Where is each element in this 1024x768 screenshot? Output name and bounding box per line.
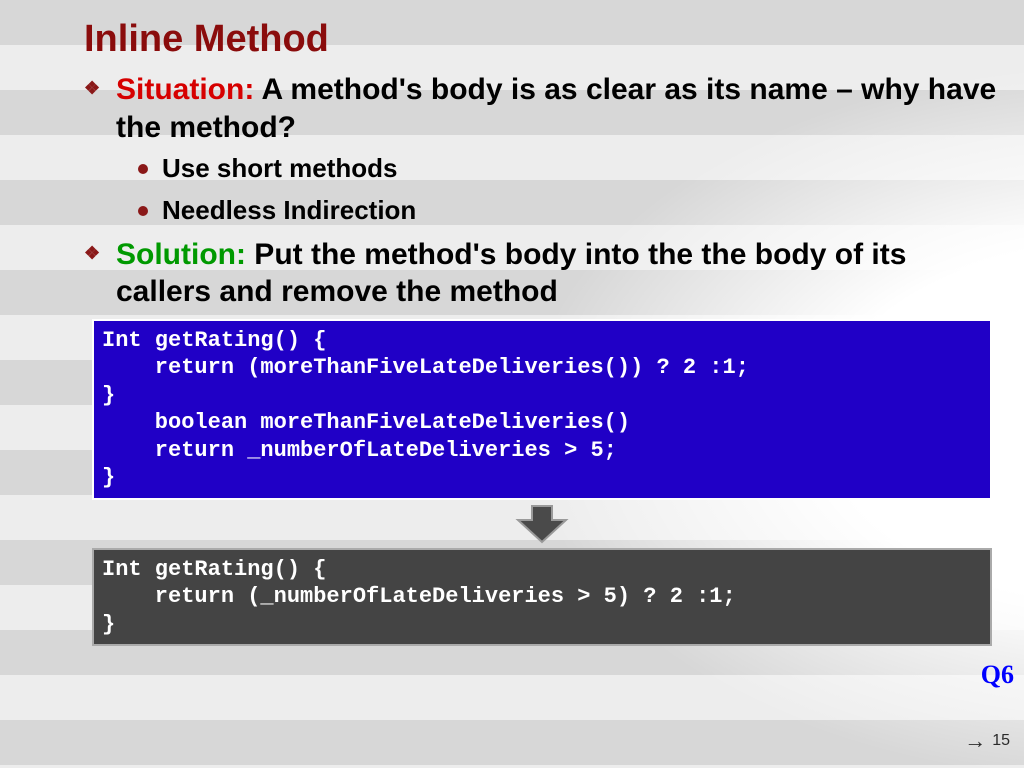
- solution-label: Solution:: [116, 238, 246, 271]
- code-block-before: Int getRating() { return (moreThanFiveLa…: [92, 319, 992, 500]
- sub-bullet-1: Use short methods: [162, 152, 1000, 186]
- slide-title: Inline Method: [84, 18, 1000, 61]
- bullet-solution: Solution: Put the method's body into the…: [116, 236, 1000, 311]
- down-arrow-icon: [512, 504, 572, 544]
- sub-bullet-2: Needless Indirection: [162, 194, 1000, 228]
- transform-arrow: [84, 504, 1000, 544]
- page-footer: → 15: [964, 728, 1010, 754]
- next-arrow-icon: →: [964, 728, 986, 754]
- page-number: 15: [992, 732, 1010, 750]
- question-label: Q6: [981, 660, 1014, 690]
- bullet-situation: Situation: A method's body is as clear a…: [116, 71, 1000, 146]
- situation-label: Situation:: [116, 73, 254, 106]
- code-block-after: Int getRating() { return (_numberOfLateD…: [92, 548, 992, 647]
- slide-content: Inline Method Situation: A method's body…: [0, 0, 1024, 768]
